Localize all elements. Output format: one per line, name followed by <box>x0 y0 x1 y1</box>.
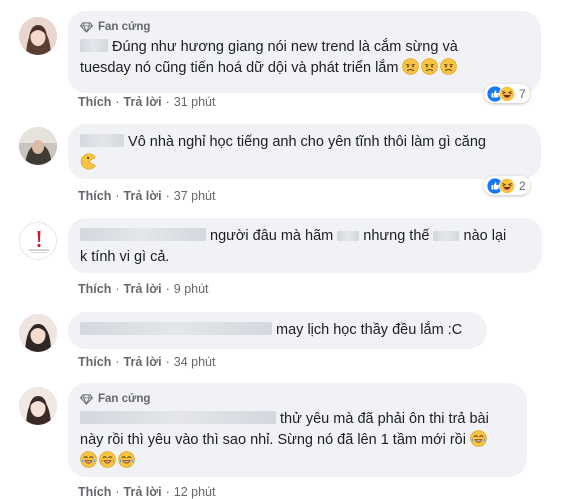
separator-dot: · <box>165 189 170 203</box>
comment-bubble: Vô nhà nghỉ học tiếng anh cho yên tĩnh t… <box>68 124 541 179</box>
separator-dot: · <box>115 485 120 499</box>
like-link[interactable]: Thích <box>78 485 111 499</box>
timestamp[interactable]: 9 phút <box>174 282 209 296</box>
badge-label: Fan cứng <box>98 20 151 33</box>
comment-text-line: người đâu mà hãm <box>210 228 334 244</box>
blurred-username <box>80 411 276 424</box>
avatar[interactable] <box>19 314 57 352</box>
comment-text-line: may lịch học thầy đều lắm :C <box>276 322 463 338</box>
timestamp[interactable]: 37 phút <box>174 189 216 203</box>
comment-bubble: Fan cứng thử yêu mà đã phải ôn thi trả b… <box>68 383 527 477</box>
comment-text: này rồi thì yêu vào thì sao nhỉ. Sừng nó… <box>80 430 515 451</box>
comment-text: Đúng như hương giang nói new trend là cắ… <box>80 37 529 58</box>
confused-face-emoji-icon <box>421 58 438 75</box>
comment-bubble: may lịch học thầy đều lắm :C <box>68 312 487 349</box>
reply-link[interactable]: Trả lời <box>124 282 162 296</box>
comment-text-line: tuesday nó cũng tiến hoá dữ dội và phát … <box>80 60 399 76</box>
blurred-username <box>80 228 206 241</box>
comment-bubble: người đâu mà hãm nhưng thế nào lại k tín… <box>68 218 542 273</box>
reply-link[interactable]: Trả lời <box>124 355 162 369</box>
reply-link[interactable]: Trả lời <box>124 485 162 499</box>
avatar[interactable] <box>19 17 57 55</box>
reaction-count: 7 <box>519 86 526 101</box>
separator-dot: · <box>115 95 120 109</box>
comment-text-line: nhưng thế <box>363 228 430 244</box>
separator-dot: · <box>115 189 120 203</box>
comment-text-line: nào lại <box>463 228 507 244</box>
comment-actions: Thích · Trả lời · 34 phút <box>78 355 215 369</box>
blurred-username <box>80 134 124 147</box>
comment-text-line: k tính vi gì cả. <box>80 249 170 265</box>
haha-reaction-icon <box>499 178 515 194</box>
timestamp[interactable]: 31 phút <box>174 95 216 109</box>
laughing-tears-emoji-icon <box>99 451 116 468</box>
pacman-emoji-icon <box>80 153 96 170</box>
laughing-tears-emoji-icon <box>118 451 135 468</box>
separator-dot: · <box>115 282 120 296</box>
comment-text: may lịch học thầy đều lắm :C <box>80 320 475 341</box>
comment-text-line: Vô nhà nghỉ học tiếng anh cho yên tĩnh t… <box>128 134 486 150</box>
avatar[interactable] <box>19 127 57 165</box>
reply-link[interactable]: Trả lời <box>124 95 162 109</box>
comment-text-line: Đúng như hương giang nói new trend là cắ… <box>112 39 458 55</box>
comment-actions: Thích · Trả lời · 31 phút <box>78 95 215 109</box>
laughing-tears-emoji-icon <box>80 451 97 468</box>
comment-text: k tính vi gì cả. <box>80 247 530 268</box>
avatar[interactable] <box>19 222 57 260</box>
comment-thread: Fan cứng Đúng như hương giang nói new tr… <box>0 0 580 499</box>
blurred-username <box>80 322 272 335</box>
like-link[interactable]: Thích <box>78 355 111 369</box>
diamond-icon <box>80 394 93 405</box>
like-link[interactable]: Thích <box>78 282 111 296</box>
reaction-summary[interactable]: 2 <box>484 176 530 195</box>
timestamp[interactable]: 34 phút <box>174 355 216 369</box>
separator-dot: · <box>165 282 170 296</box>
comment-actions: Thích · Trả lời · 37 phút <box>78 189 215 203</box>
confused-face-emoji-icon <box>440 58 457 75</box>
comment-text-line: này rồi thì yêu vào thì sao nhỉ. Sừng nó… <box>80 432 466 448</box>
blurred-word <box>337 231 360 241</box>
comment-text: Vô nhà nghỉ học tiếng anh cho yên tĩnh t… <box>80 132 529 153</box>
like-link[interactable]: Thích <box>78 95 111 109</box>
separator-dot: · <box>165 355 170 369</box>
fan-badge: Fan cứng <box>80 391 515 407</box>
blurred-username <box>80 39 108 52</box>
comment-text-line: thử yêu mà đã phải ôn thi trả bài <box>280 411 489 427</box>
comment-text: thử yêu mà đã phải ôn thi trả bài <box>80 409 515 430</box>
comment-text: tuesday nó cũng tiến hoá dữ dội và phát … <box>80 58 529 79</box>
diamond-icon <box>80 22 93 33</box>
separator-dot: · <box>165 95 170 109</box>
reply-link[interactable]: Trả lời <box>124 189 162 203</box>
comment-text <box>80 451 515 472</box>
haha-reaction-icon <box>499 86 515 102</box>
fan-badge: Fan cứng <box>80 19 529 35</box>
blurred-word <box>433 231 460 241</box>
avatar[interactable] <box>19 387 57 425</box>
separator-dot: · <box>165 485 170 499</box>
comment-actions: Thích · Trả lời · 12 phút <box>78 485 215 499</box>
reaction-count: 2 <box>519 178 526 193</box>
badge-label: Fan cứng <box>98 392 151 405</box>
timestamp[interactable]: 12 phút <box>174 485 216 499</box>
comment-actions: Thích · Trả lời · 9 phút <box>78 282 209 296</box>
confused-face-emoji-icon <box>402 58 419 75</box>
separator-dot: · <box>115 355 120 369</box>
laughing-tears-emoji-icon <box>470 430 487 447</box>
comment-bubble: Fan cứng Đúng như hương giang nói new tr… <box>68 11 541 93</box>
comment-text: người đâu mà hãm nhưng thế nào lại <box>80 226 530 247</box>
reaction-summary[interactable]: 7 <box>484 84 530 103</box>
like-link[interactable]: Thích <box>78 189 111 203</box>
comment-text <box>80 153 529 174</box>
